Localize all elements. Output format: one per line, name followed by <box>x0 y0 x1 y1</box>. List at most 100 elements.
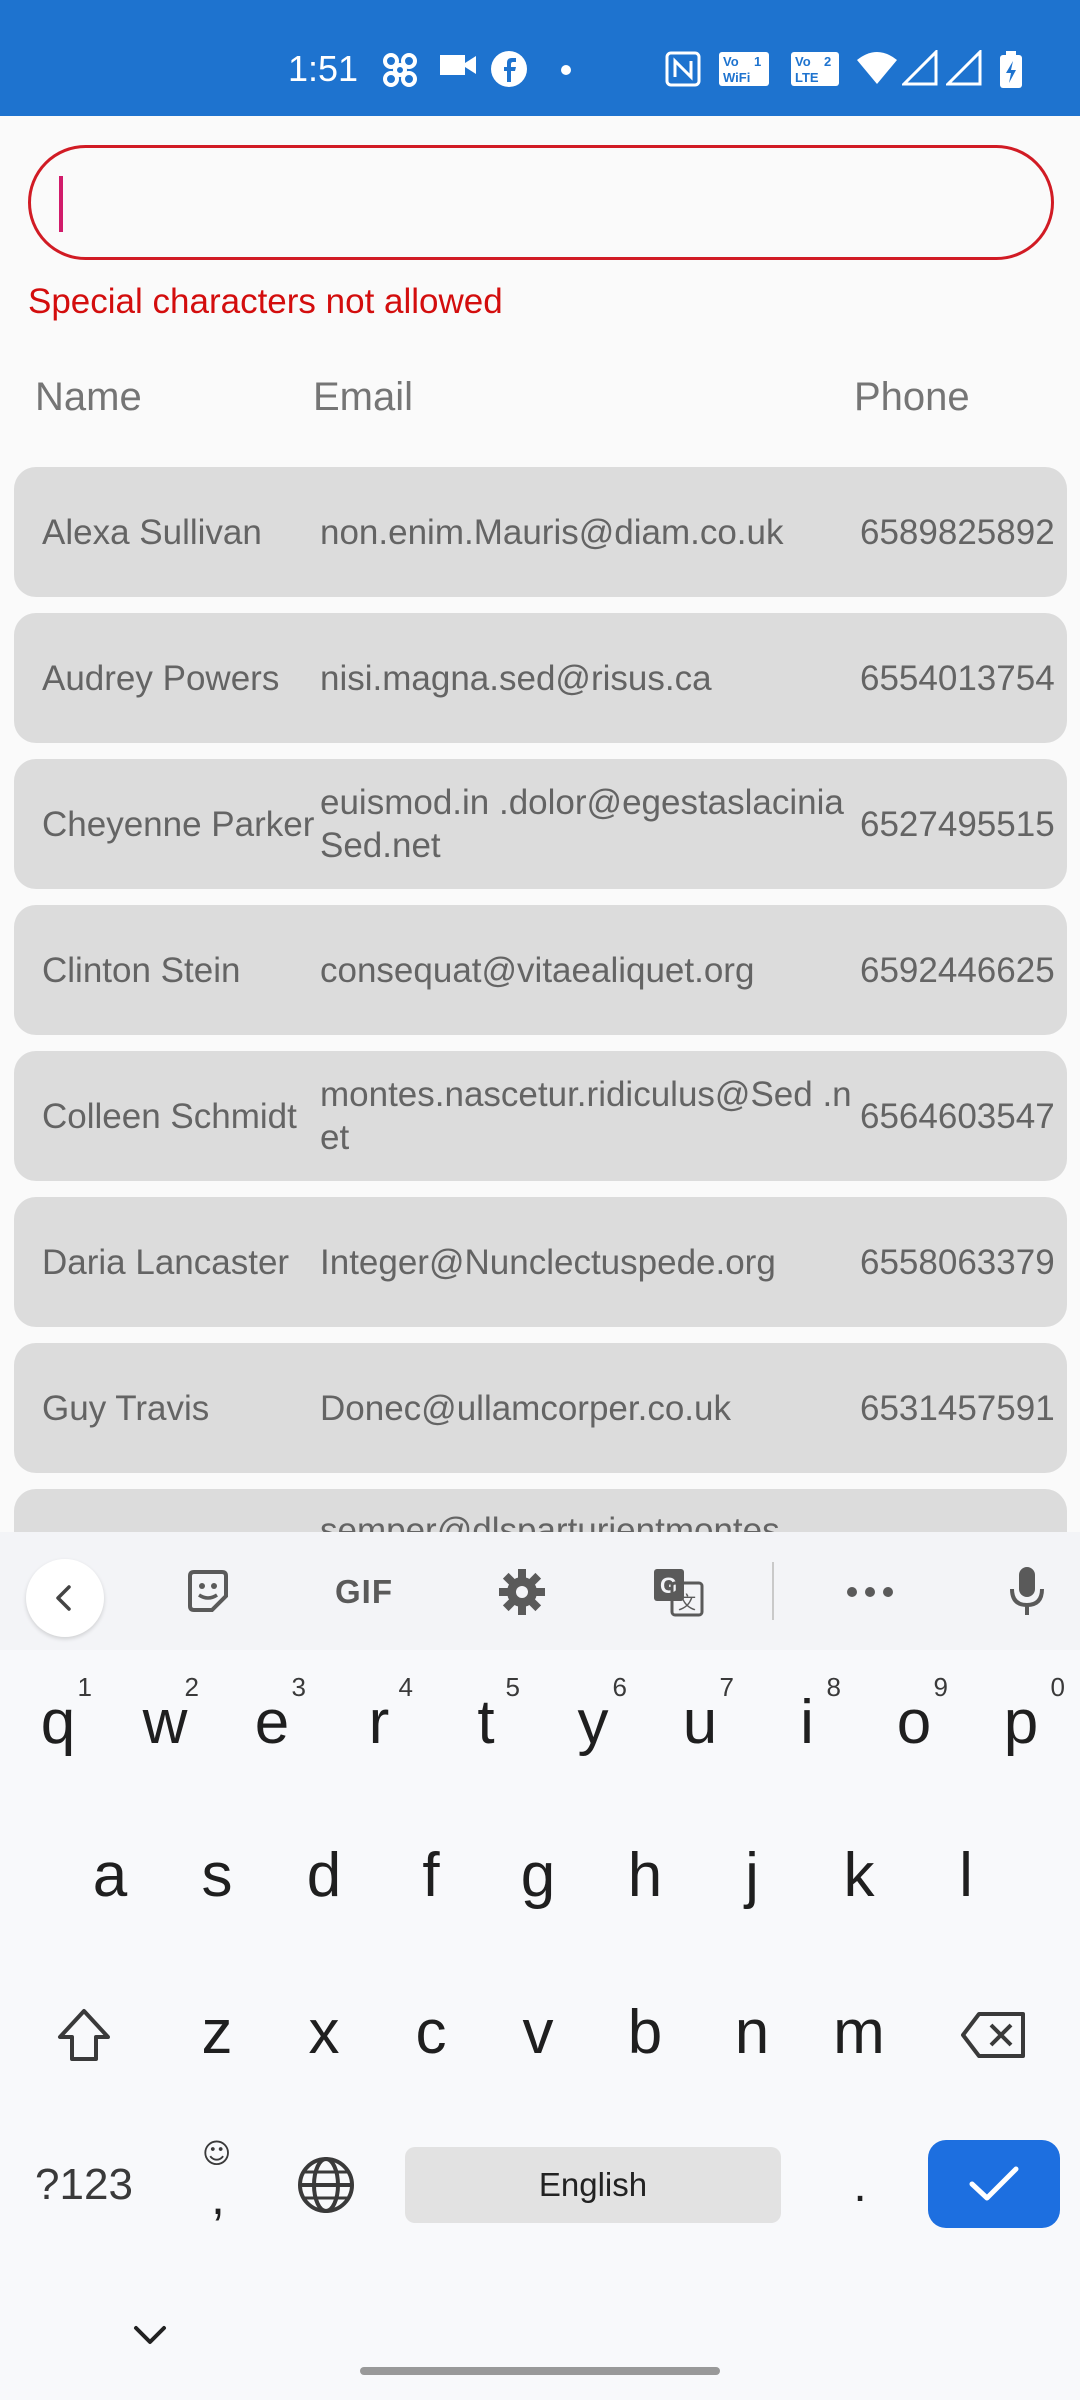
search-field[interactable] <box>28 145 1054 260</box>
key-label: z <box>201 1997 233 2067</box>
table-row[interactable]: Audrey Powers nisi.magna.sed@risus.ca 65… <box>14 613 1067 743</box>
enter-key[interactable] <box>928 2140 1060 2228</box>
table-row[interactable]: semper@dlsparturientmontes <box>14 1489 1067 1532</box>
table-row[interactable]: Cheyenne Parker euismod.in .dolor@egesta… <box>14 759 1067 889</box>
key-u[interactable]: u7 <box>650 1662 750 1782</box>
sticker-icon[interactable] <box>178 1562 238 1622</box>
settings-icon[interactable] <box>492 1562 552 1622</box>
key-label: v <box>522 1997 554 2067</box>
wifi-icon <box>855 50 899 86</box>
facebook-icon <box>490 50 528 88</box>
mic-icon[interactable] <box>997 1562 1057 1622</box>
table-row[interactable]: Clinton Stein consequat@vitaealiquet.org… <box>14 905 1067 1035</box>
key-hint: 4 <box>398 1672 413 1702</box>
key-z[interactable]: z <box>167 1972 267 2092</box>
key-x[interactable]: x <box>274 1972 374 2092</box>
key-t[interactable]: t5 <box>436 1662 536 1782</box>
key-e[interactable]: e3 <box>222 1662 322 1782</box>
key-label: h <box>627 1840 663 1910</box>
row-name: Cheyenne Parker <box>42 804 315 844</box>
key-p[interactable]: p0 <box>971 1662 1071 1782</box>
key-label: e <box>254 1687 290 1757</box>
key-h[interactable]: h <box>595 1815 695 1935</box>
key-hint: 9 <box>933 1672 948 1702</box>
key-w[interactable]: w2 <box>115 1662 215 1782</box>
key-l[interactable]: l <box>916 1815 1016 1935</box>
back-icon[interactable] <box>26 1559 104 1637</box>
emoji-hint-icon: ☺ <box>202 2137 232 2170</box>
period-key[interactable]: . <box>810 2125 910 2245</box>
key-r[interactable]: r4 <box>329 1662 429 1782</box>
key-m[interactable]: m <box>809 1972 909 2092</box>
key-label: f <box>422 1840 440 1910</box>
table-row[interactable]: Alexa Sullivan non.enim.Mauris@diam.co.u… <box>14 467 1067 597</box>
key-label: u <box>682 1687 718 1757</box>
row-name <box>42 1489 317 1532</box>
key-hint: 1 <box>77 1672 92 1702</box>
table-row[interactable]: Daria Lancaster Integer@Nunclectuspede.o… <box>14 1197 1067 1327</box>
key-f[interactable]: f <box>381 1815 481 1935</box>
key-label: t <box>477 1687 495 1757</box>
row-email: Integer@Nunclectuspede.org <box>320 1242 776 1282</box>
home-gesture-bar[interactable] <box>360 2367 720 2375</box>
key-g[interactable]: g <box>488 1815 588 1935</box>
key-d[interactable]: d <box>274 1815 374 1935</box>
key-label: p <box>1003 1687 1039 1757</box>
header-phone: Phone <box>854 375 970 419</box>
row-phone: 6564603547 <box>860 1096 1055 1136</box>
comma-label: , <box>211 2169 225 2225</box>
key-j[interactable]: j <box>702 1815 802 1935</box>
shift-key[interactable] <box>34 1975 134 2095</box>
key-label: n <box>734 1997 770 2067</box>
row-name: Colleen Schmidt <box>42 1096 297 1136</box>
key-label: q <box>40 1687 76 1757</box>
key-label: a <box>92 1840 128 1910</box>
key-label: b <box>627 1997 663 2067</box>
key-s[interactable]: s <box>167 1815 267 1935</box>
comma-key[interactable]: ☺ , <box>168 2125 268 2245</box>
row-phone: 6531457591 <box>860 1388 1055 1428</box>
key-c[interactable]: c <box>381 1972 481 2092</box>
check-icon <box>969 2166 1019 2201</box>
key-label: x <box>308 1997 340 2067</box>
backspace-key[interactable] <box>944 1975 1044 2095</box>
row-phone: 6554013754 <box>860 658 1055 698</box>
hide-keyboard-icon[interactable] <box>128 2320 172 2350</box>
validation-error: Special characters not allowed <box>28 282 503 321</box>
table-row[interactable]: Colleen Schmidt montes.nascetur.ridiculu… <box>14 1051 1067 1181</box>
shift-icon <box>58 2009 110 2061</box>
key-q[interactable]: q1 <box>8 1662 108 1782</box>
key-k[interactable]: k <box>809 1815 909 1935</box>
key-hint: 3 <box>291 1672 306 1702</box>
key-hint: 8 <box>826 1672 841 1702</box>
language-key[interactable] <box>276 2125 376 2245</box>
table-row[interactable]: Guy Travis Donec@ullamcorper.co.uk 65314… <box>14 1343 1067 1473</box>
space-label: English <box>538 2166 648 2203</box>
key-v[interactable]: v <box>488 1972 588 2092</box>
symbols-key[interactable]: ?123 <box>14 2125 154 2245</box>
gif-button[interactable]: GIF <box>324 1562 404 1622</box>
key-a[interactable]: a <box>60 1815 160 1935</box>
key-o[interactable]: o9 <box>864 1662 964 1782</box>
key-label: k <box>843 1840 875 1910</box>
key-label: y <box>577 1687 609 1757</box>
more-icon[interactable] <box>840 1562 900 1622</box>
row-name: Audrey Powers <box>42 658 280 698</box>
header-email: Email <box>313 375 414 419</box>
key-hint: 5 <box>505 1672 520 1702</box>
search-input[interactable] <box>71 148 1031 257</box>
backspace-icon <box>961 2012 1025 2058</box>
key-n[interactable]: n <box>702 1972 802 2092</box>
space-key[interactable]: English <box>405 2147 781 2223</box>
svg-text:G: G <box>660 1573 677 1598</box>
signal-icon <box>946 50 984 86</box>
dot-icon <box>560 64 572 76</box>
key-hint: 7 <box>719 1672 734 1702</box>
translate-icon[interactable]: G文 <box>648 1562 708 1622</box>
contact-list[interactable]: Alexa Sullivan non.enim.Mauris@diam.co.u… <box>0 460 1080 1532</box>
row-email: Donec@ullamcorper.co.uk <box>320 1388 731 1428</box>
key-b[interactable]: b <box>595 1972 695 2092</box>
volte-icon: Vo LTE 2 <box>790 50 840 88</box>
key-i[interactable]: i8 <box>757 1662 857 1782</box>
key-y[interactable]: y6 <box>543 1662 643 1782</box>
